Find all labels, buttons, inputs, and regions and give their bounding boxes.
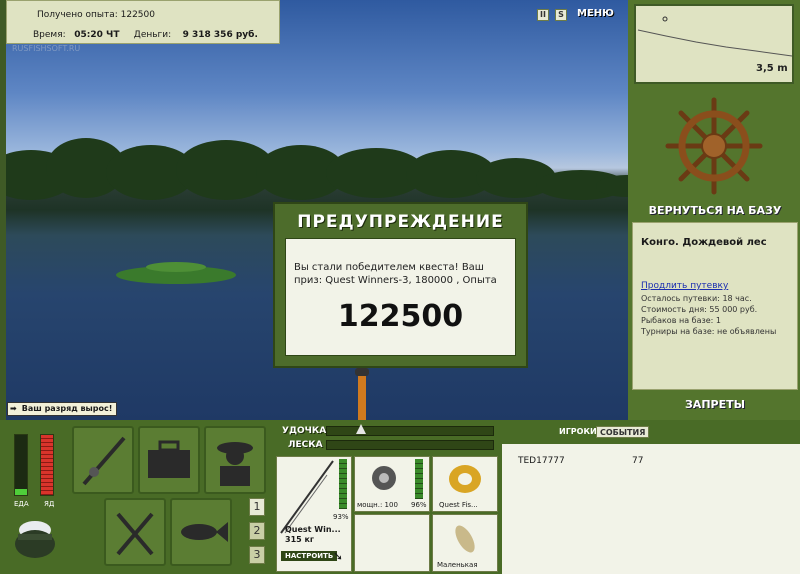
warning-dialog[interactable]: ПРЕДУПРЕЖДЕНИЕ Вы стали победителем квес… bbox=[273, 202, 528, 368]
ship-wheel-icon[interactable] bbox=[664, 96, 764, 196]
dialog-title: ПРЕДУПРЕЖДЕНИЕ bbox=[297, 212, 504, 232]
tab-1[interactable]: 1 bbox=[249, 498, 265, 516]
rank-up-badge[interactable]: ➡ Ваш разряд вырос! bbox=[7, 402, 118, 416]
money-label: Деньги: bbox=[133, 30, 172, 40]
tackle-box-icon bbox=[148, 440, 190, 478]
rod-tension-bar bbox=[326, 426, 494, 436]
food-meter-fill bbox=[15, 489, 27, 495]
tab-events[interactable]: СОБЫТИЯ bbox=[596, 426, 650, 438]
extend-permit-link[interactable]: Продлить путевку bbox=[641, 281, 728, 291]
money-value: 9 318 356 руб. bbox=[182, 30, 258, 40]
food-meter bbox=[14, 434, 28, 496]
poison-meter-fill bbox=[41, 435, 53, 495]
line-spool-icon bbox=[449, 465, 481, 493]
tab-3[interactable]: 3 bbox=[249, 546, 265, 564]
time-label: Время: bbox=[33, 30, 66, 40]
location-title: Конго. Дождевой лес bbox=[641, 237, 767, 248]
arrow-right-icon: ➡ bbox=[10, 404, 17, 413]
tab-2[interactable]: 2 bbox=[249, 522, 265, 540]
return-to-base-button[interactable]: ВЕРНУТЬСЯ НА БАЗУ bbox=[632, 204, 798, 217]
bait-slot-empty[interactable] bbox=[354, 514, 430, 572]
pause-button[interactable]: II bbox=[537, 9, 549, 21]
rod-max-weight: 315 кг bbox=[285, 535, 315, 544]
dialog-message: Вы стали победителем квеста! Ваш приз: Q… bbox=[294, 262, 497, 286]
location-panel: Конго. Дождевой лес Продлить путевку Ост… bbox=[632, 222, 798, 390]
slot-fish[interactable] bbox=[170, 498, 232, 566]
depth-value: 3,5 m bbox=[756, 63, 788, 74]
rod-icon bbox=[82, 436, 126, 486]
slot-tackle-box[interactable] bbox=[138, 426, 200, 494]
day-cost: Стоимость дня: 55 000 руб. bbox=[641, 305, 758, 314]
arrow-down-right-icon[interactable]: ➘ bbox=[333, 549, 343, 563]
experience-value: 122500 bbox=[120, 10, 155, 20]
events-list: TED17777 77 bbox=[502, 444, 800, 574]
poison-meter bbox=[40, 434, 54, 496]
dialog-reward-number: 122500 bbox=[337, 299, 464, 334]
poison-label: ЯД bbox=[44, 500, 55, 508]
tension-marker-icon bbox=[356, 424, 366, 434]
food-label: ЕДА bbox=[14, 500, 29, 508]
events-panel: ИГРОКИ СОБЫТИЯ TED17777 77 bbox=[502, 420, 800, 574]
bans-button[interactable]: ЗАПРЕТЫ bbox=[632, 398, 798, 411]
setup-button[interactable]: НАСТРОИТЬ bbox=[281, 551, 338, 561]
player-info-panel: Получено опыта: 122500 Время: 05:20 ЧТ Д… bbox=[6, 0, 280, 44]
dialog-body: Вы стали победителем квеста! Ваш приз: Q… bbox=[285, 238, 516, 356]
fishers-at-base: Рыбаков на базе: 1 bbox=[641, 316, 721, 325]
rod-name: Quest Win... bbox=[285, 525, 341, 534]
site-watermark: RUSFISHSOFT.RU bbox=[12, 44, 81, 53]
event-player-name: TED17777 bbox=[518, 456, 565, 466]
fork-knife-icon bbox=[116, 512, 154, 556]
line-tension-bar bbox=[326, 440, 494, 450]
lure-name: Маленькая bbox=[437, 561, 478, 569]
event-player-value: 77 bbox=[632, 456, 644, 466]
rod-condition-bar bbox=[339, 459, 347, 509]
sound-button[interactable]: S bbox=[555, 9, 567, 21]
fish-icon bbox=[181, 522, 228, 542]
lure-card[interactable]: Маленькая bbox=[432, 514, 498, 572]
tackle-panel: УДОЧКА ЛЕСКА 93% Quest Win... 315 кг НАС… bbox=[274, 420, 500, 574]
slot-clothing[interactable] bbox=[204, 426, 266, 494]
tournaments-info: Турниры на базе: не объявлены bbox=[641, 327, 777, 336]
rod-condition-value: 93% bbox=[333, 513, 349, 521]
experience-line: Получено опыта: 122500 bbox=[37, 10, 155, 20]
reel-condition-bar bbox=[415, 459, 423, 499]
tab-players[interactable]: ИГРОКИ bbox=[556, 426, 600, 438]
permit-remaining: Осталось путевки: 18 час. bbox=[641, 294, 752, 303]
rod-tension-label: УДОЧКА bbox=[282, 426, 327, 436]
time-value: 05:20 ЧТ bbox=[74, 30, 120, 40]
reel-icon bbox=[372, 466, 396, 490]
rank-up-text: Ваш разряд вырос! bbox=[21, 404, 113, 413]
time-money-line: Время: 05:20 ЧТ Деньги: 9 318 356 руб. bbox=[33, 30, 258, 40]
line-tension-label: ЛЕСКА bbox=[288, 440, 323, 450]
menu-button[interactable]: МЕНЮ bbox=[577, 8, 614, 19]
lure-icon bbox=[455, 525, 475, 553]
cauldron-icon[interactable] bbox=[10, 512, 60, 562]
experience-label: Получено опыта: bbox=[37, 10, 118, 20]
reel-condition-value: 96% bbox=[411, 501, 427, 509]
line-name: Quest Fis... bbox=[439, 501, 478, 509]
slot-food[interactable] bbox=[104, 498, 166, 566]
slot-rods[interactable] bbox=[72, 426, 134, 494]
reel-card[interactable]: мощн.: 100 96% bbox=[354, 456, 430, 512]
line-card[interactable]: Quest Fis... bbox=[432, 456, 498, 512]
reel-power: мощн.: 100 bbox=[357, 501, 398, 509]
rod-card[interactable]: 93% Quest Win... 315 кг НАСТРОИТЬ ➘ bbox=[276, 456, 352, 572]
fisherman-icon bbox=[217, 442, 253, 486]
